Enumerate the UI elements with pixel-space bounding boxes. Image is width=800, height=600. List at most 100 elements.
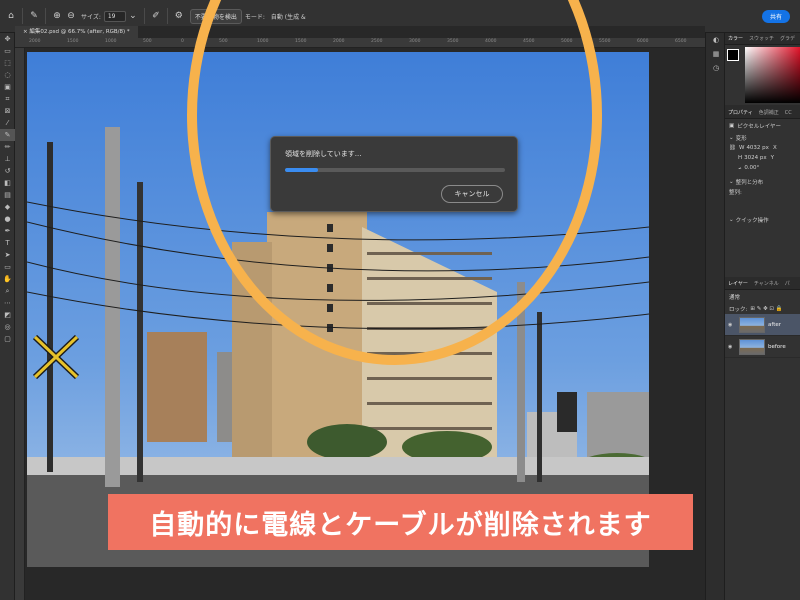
foreground-color-swatch[interactable]: [727, 49, 739, 61]
home-icon[interactable]: ⌂: [4, 9, 18, 23]
share-button[interactable]: 共有: [761, 10, 790, 23]
horizontal-ruler: 2000 1500 1000 500 0 500 1000 1500 2000 2500 3000 3…: [15, 38, 705, 48]
progress-dialog: 領域を削除しています... キャンセル: [270, 136, 518, 212]
chevron-down-icon: ⌄: [729, 135, 734, 141]
tab-properties[interactable]: プロパティ: [725, 109, 756, 116]
document-tab-bar: × 編集02.psd @ 66.7% (after, RGB/8) *: [15, 26, 705, 38]
properties-panel: プロパティ 色調補正 CC ▣ ピクセルレイヤー ⌄ 変形 ⛓ W 4032 p…: [725, 107, 800, 277]
progress-bar: [285, 168, 505, 172]
color-swatch-icon[interactable]: ◩: [0, 309, 15, 321]
lock-icons[interactable]: ⊞ ✎ ✥ ⊡ 🔒: [750, 306, 782, 312]
divider: [143, 8, 145, 24]
align-label: 整列と分布: [735, 180, 764, 186]
link-icon[interactable]: ⛓: [729, 145, 736, 151]
size-input[interactable]: 19: [103, 10, 126, 22]
tab-gradients[interactable]: グラデ: [777, 35, 798, 42]
brush-tool-icon[interactable]: ✏: [0, 141, 15, 153]
pressure-brush-icon[interactable]: ✐: [149, 9, 163, 23]
layer-name: before: [768, 343, 786, 350]
layer-type-icon: ▣: [729, 123, 735, 129]
move-tool-icon[interactable]: ✥: [0, 33, 15, 45]
tab-layers[interactable]: レイヤー: [725, 280, 751, 287]
path-select-tool-icon[interactable]: ➤: [0, 249, 15, 261]
history-icon[interactable]: ◷: [706, 61, 726, 75]
progress-bar-fill: [285, 168, 318, 172]
blend-mode-select[interactable]: 通常: [729, 293, 740, 301]
remove-tool-icon[interactable]: ✎: [27, 9, 41, 23]
ruler-tick-label: 3500: [447, 39, 459, 44]
quick-mask-icon[interactable]: ◎: [0, 321, 15, 333]
y-label: Y: [770, 155, 775, 161]
transform-label: 変形: [735, 136, 747, 142]
learn-icon[interactable]: ◐: [706, 33, 726, 47]
ruler-tick-label: 2000: [29, 39, 41, 44]
gear-icon[interactable]: ⚙: [172, 9, 186, 23]
eyedropper-tool-icon[interactable]: ⁄: [0, 117, 15, 129]
mode-select[interactable]: 自動 (生成 &: [271, 12, 306, 21]
ruler-tick-label: 1500: [295, 39, 307, 44]
remove-tool-icon[interactable]: ✎: [0, 129, 15, 141]
properties-panel-tabs: プロパティ 色調補正 CC: [725, 107, 800, 119]
color-picker-field[interactable]: [745, 47, 800, 103]
height-row: H 3024 px Y: [725, 153, 800, 163]
artboard-tool-icon[interactable]: ▭: [0, 45, 15, 57]
zoom-tool-icon[interactable]: ⌕: [0, 285, 15, 297]
tab-cc[interactable]: CC: [782, 110, 795, 116]
ruler-tick-label: 3000: [409, 39, 421, 44]
tab-adjustments[interactable]: 色調補正: [756, 109, 782, 116]
hand-tool-icon[interactable]: ✋: [0, 273, 15, 285]
ruler-tick-label: 4500: [523, 39, 535, 44]
dodge-tool-icon[interactable]: ●: [0, 213, 15, 225]
tab-channels[interactable]: チャンネル: [751, 280, 782, 287]
pen-tool-icon[interactable]: ✒: [0, 225, 15, 237]
eye-icon[interactable]: ◉: [728, 322, 736, 328]
filter-row: 通常: [725, 290, 800, 304]
screen-mode-icon[interactable]: ▢: [0, 333, 15, 345]
brush-mode-subtract-icon[interactable]: ⊖: [64, 9, 78, 23]
tab-swatches[interactable]: スウォッチ: [746, 35, 777, 42]
crop-tool-icon[interactable]: ⌗: [0, 93, 15, 105]
stamp-tool-icon[interactable]: ⊥: [0, 153, 15, 165]
tab-paths[interactable]: パ: [782, 280, 793, 287]
progress-message: 領域を削除しています...: [285, 150, 362, 158]
blur-tool-icon[interactable]: ◆: [0, 201, 15, 213]
frame-tool-icon[interactable]: ⊠: [0, 105, 15, 117]
document-tab[interactable]: × 編集02.psd @ 66.7% (after, RGB/8) *: [15, 26, 138, 38]
photo-illustration: [27, 52, 649, 567]
color-panel: カラー スウォッチ グラデ: [725, 33, 800, 105]
transform-header[interactable]: ⌄ 変形: [725, 133, 800, 143]
detect-distractions-button[interactable]: 不要な物を検出: [189, 8, 242, 24]
brush-mode-add-icon[interactable]: ⊕: [50, 9, 64, 23]
history-brush-icon[interactable]: ↺: [0, 165, 15, 177]
ruler-tick-label: 5000: [561, 39, 573, 44]
shape-tool-icon[interactable]: ▭: [0, 261, 15, 273]
layer-thumbnail: [739, 338, 765, 355]
eye-icon[interactable]: ◉: [728, 344, 736, 350]
cancel-button[interactable]: キャンセル: [441, 185, 503, 203]
quick-actions-header[interactable]: ⌄ クイック操作: [725, 215, 800, 225]
eraser-tool-icon[interactable]: ◧: [0, 177, 15, 189]
caption-banner: 自動的に電線とケーブルが削除されます: [108, 494, 693, 550]
more-tools-icon[interactable]: ⋯: [0, 297, 15, 309]
ruler-tick-label: 1000: [105, 39, 117, 44]
height-input[interactable]: 3024 px: [744, 155, 767, 161]
divider: [166, 8, 168, 24]
chevron-down-icon[interactable]: ⌄: [126, 9, 140, 23]
ruler-tick-label: 500: [143, 39, 152, 44]
layer-row-before[interactable]: ◉ before: [725, 336, 800, 358]
ruler-tick-label: 6000: [637, 39, 649, 44]
tab-color[interactable]: カラー: [725, 35, 746, 42]
gradient-tool-icon[interactable]: ▤: [0, 189, 15, 201]
layers-panel: レイヤー チャンネル パ 通常 ロック: ⊞ ✎ ✥ ⊡ 🔒 ◉ after ◉…: [725, 278, 800, 600]
libraries-icon[interactable]: ▦: [706, 47, 726, 61]
angle-input[interactable]: 0.00°: [744, 165, 759, 171]
canvas-photo[interactable]: [27, 52, 649, 567]
object-select-tool-icon[interactable]: ▣: [0, 81, 15, 93]
type-tool-icon[interactable]: T: [0, 237, 15, 249]
layer-row-after[interactable]: ◉ after: [725, 314, 800, 336]
layers-panel-tabs: レイヤー チャンネル パ: [725, 278, 800, 290]
width-input[interactable]: 4032 px: [746, 145, 769, 151]
marquee-tool-icon[interactable]: ⬚: [0, 57, 15, 69]
align-header[interactable]: ⌄ 整列と分布: [725, 177, 800, 187]
lasso-tool-icon[interactable]: ◌: [0, 69, 15, 81]
